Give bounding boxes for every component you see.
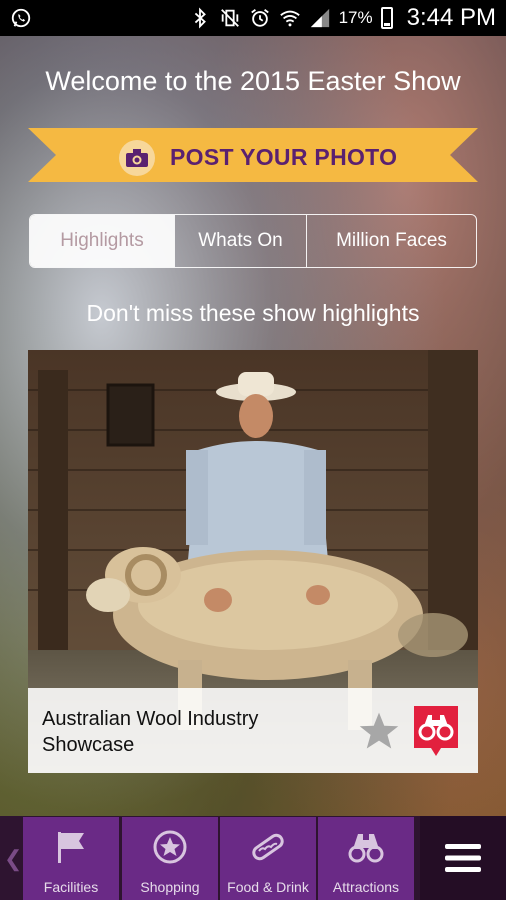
signal-icon	[310, 8, 329, 28]
bottom-tab-bar: ❮ Facilities Shopping Food & Drink Attra…	[0, 816, 506, 900]
vibrate-icon	[220, 9, 239, 27]
bluetooth-icon	[194, 7, 206, 29]
star-icon[interactable]	[358, 710, 400, 752]
alarm-icon	[250, 9, 269, 27]
tab-label: Facilities	[43, 879, 99, 895]
section-tabs: Highlights Whats On Million Faces	[29, 214, 477, 268]
star-circle-icon	[150, 827, 190, 867]
tab-facilities[interactable]: Facilities	[23, 817, 119, 900]
tab-shopping[interactable]: Shopping	[122, 817, 218, 900]
post-photo-button[interactable]: POST YOUR PHOTO	[170, 144, 397, 171]
tab-food-drink[interactable]: Food & Drink	[220, 817, 316, 900]
status-bar: 17% 3:44 PM	[0, 0, 506, 36]
highlight-card[interactable]: Australian Wool Industry Showcase	[28, 350, 478, 773]
tab-label: Attractions	[332, 879, 400, 895]
card-title: Australian Wool Industry Showcase	[42, 708, 259, 756]
tab-million-faces[interactable]: Million Faces	[306, 215, 476, 267]
binoculars-icon[interactable]	[414, 706, 458, 756]
tab-label: Food & Drink	[227, 879, 309, 895]
hamburger-icon[interactable]	[445, 843, 481, 873]
battery-percent: 17%	[338, 8, 373, 27]
camera-icon[interactable]	[119, 140, 155, 176]
tab-label: Shopping	[140, 879, 200, 895]
wifi-icon	[279, 10, 300, 27]
section-subtitle: Don't miss these show highlights	[86, 300, 420, 326]
clock: 3:44 PM	[406, 4, 496, 31]
menu-button[interactable]	[420, 816, 506, 900]
tab-highlights[interactable]: Highlights	[30, 215, 174, 267]
battery-icon	[380, 7, 393, 29]
binoculars-icon	[346, 827, 386, 867]
tab-attractions[interactable]: Attractions	[318, 817, 414, 900]
hotdog-icon	[248, 827, 288, 867]
page-title: Welcome to the 2015 Easter Show	[45, 66, 461, 96]
flag-icon	[51, 827, 91, 867]
tab-whats-on[interactable]: Whats On	[174, 215, 306, 267]
card-caption: Australian Wool Industry Showcase	[28, 688, 478, 773]
whatsapp-icon	[11, 8, 31, 28]
chevron-left-icon[interactable]: ❮	[4, 846, 22, 872]
